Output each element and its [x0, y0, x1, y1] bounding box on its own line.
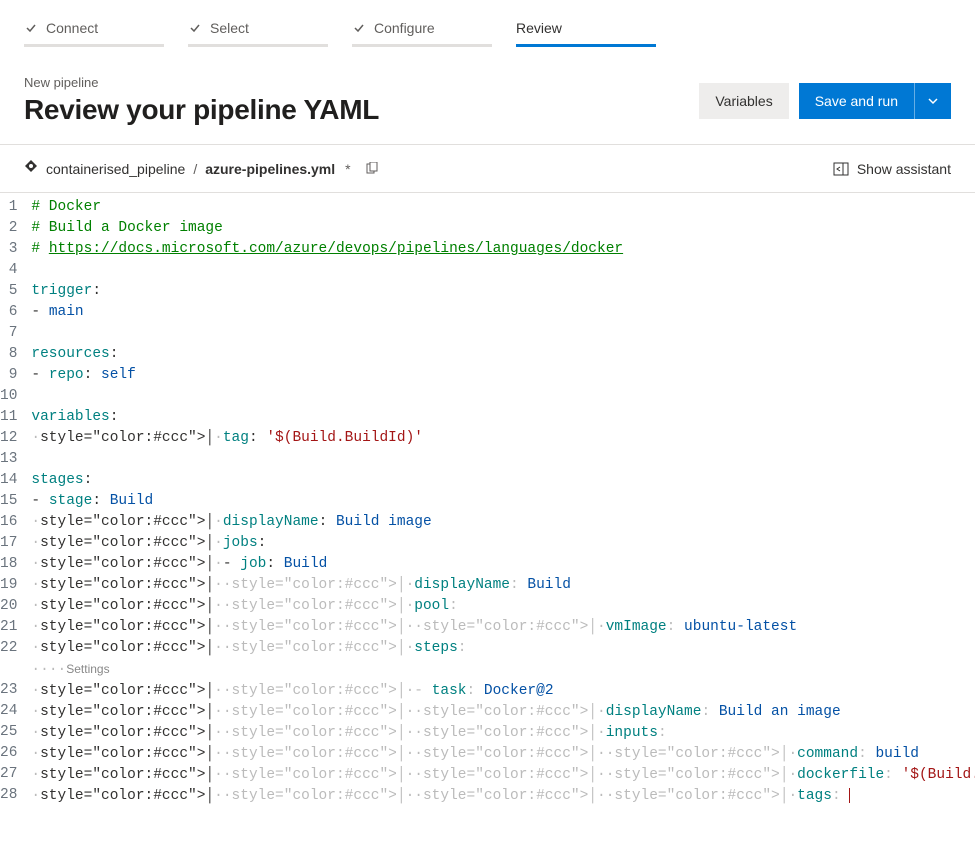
- title-bar: New pipeline Review your pipeline YAML V…: [0, 47, 975, 144]
- code-line[interactable]: - main: [31, 302, 975, 323]
- save-and-run-chevron[interactable]: [915, 83, 951, 119]
- code-line[interactable]: ·style="color:#ccc">│··style="color:#ccc…: [31, 702, 975, 723]
- page-title: Review your pipeline YAML: [24, 94, 379, 126]
- code-line[interactable]: # https://docs.microsoft.com/azure/devop…: [31, 239, 975, 260]
- code-line[interactable]: ·style="color:#ccc">│··style="color:#ccc…: [31, 596, 975, 617]
- wizard-step-review[interactable]: Review: [516, 20, 680, 47]
- wizard-step-bar: [24, 44, 164, 47]
- code-line[interactable]: ·style="color:#ccc">│··style="color:#ccc…: [31, 617, 975, 638]
- code-line[interactable]: ·style="color:#ccc">│··style="color:#ccc…: [31, 723, 975, 744]
- breadcrumb-file[interactable]: azure-pipelines.yml: [205, 161, 335, 177]
- check-icon: [352, 21, 366, 35]
- wizard-step-label: Connect: [46, 20, 98, 36]
- code-line[interactable]: resources:: [31, 344, 975, 365]
- wizard-step-configure[interactable]: Configure: [352, 20, 516, 47]
- code-line[interactable]: - repo: self: [31, 365, 975, 386]
- show-assistant-button[interactable]: Show assistant: [833, 161, 951, 177]
- check-icon: [24, 21, 38, 35]
- code-line[interactable]: ·style="color:#ccc">│··style="color:#ccc…: [31, 575, 975, 596]
- save-and-run-split-button: Save and run: [799, 83, 951, 119]
- code-line[interactable]: ·style="color:#ccc">│··style="color:#ccc…: [31, 744, 975, 765]
- code-line[interactable]: [31, 449, 975, 470]
- wizard-step-select[interactable]: Select: [188, 20, 352, 47]
- code-line[interactable]: ·style="color:#ccc">│·jobs:: [31, 533, 975, 554]
- repo-icon: [24, 159, 38, 178]
- code-line[interactable]: ·style="color:#ccc">│··style="color:#ccc…: [31, 786, 975, 807]
- show-assistant-label: Show assistant: [857, 161, 951, 177]
- chevron-down-icon: [927, 95, 939, 107]
- code-line[interactable]: # Build a Docker image: [31, 218, 975, 239]
- code-line[interactable]: ·style="color:#ccc">│·tag: '$(Build.Buil…: [31, 428, 975, 449]
- code-line[interactable]: [31, 386, 975, 407]
- code-line[interactable]: # Docker: [31, 197, 975, 218]
- code-line[interactable]: stages:: [31, 470, 975, 491]
- panel-expand-icon: [833, 161, 849, 177]
- wizard-steps: Connect Select Configure Review: [0, 0, 975, 47]
- code-line[interactable]: - stage: Build: [31, 491, 975, 512]
- code-line[interactable]: ·style="color:#ccc">│··style="color:#ccc…: [31, 765, 975, 786]
- codelens-settings[interactable]: ····Settings: [31, 659, 975, 681]
- code-line[interactable]: [31, 260, 975, 281]
- wizard-step-label: Select: [210, 20, 249, 36]
- editor-gutter: 12345678910111213141516171819202122 2324…: [0, 197, 31, 807]
- code-line[interactable]: variables:: [31, 407, 975, 428]
- wizard-step-bar: [516, 44, 656, 47]
- breadcrumb-sep: /: [193, 161, 197, 177]
- wizard-step-bar: [188, 44, 328, 47]
- breadcrumb-repo[interactable]: containerised_pipeline: [46, 161, 185, 177]
- copy-path-icon[interactable]: [365, 162, 379, 176]
- code-line[interactable]: ·style="color:#ccc">│·displayName: Build…: [31, 512, 975, 533]
- wizard-step-label: Configure: [374, 20, 435, 36]
- code-line[interactable]: [31, 323, 975, 344]
- wizard-step-bar: [352, 44, 492, 47]
- yaml-editor[interactable]: 12345678910111213141516171819202122 2324…: [0, 192, 975, 807]
- variables-button[interactable]: Variables: [699, 83, 788, 119]
- editor-code[interactable]: # Docker# Build a Docker image# https://…: [31, 197, 975, 807]
- page-subtitle: New pipeline: [24, 75, 379, 90]
- wizard-step-connect[interactable]: Connect: [24, 20, 188, 47]
- breadcrumb-modified-indicator: *: [345, 161, 350, 177]
- code-line[interactable]: ·style="color:#ccc">│··style="color:#ccc…: [31, 638, 975, 659]
- check-icon: [188, 21, 202, 35]
- code-line[interactable]: trigger:: [31, 281, 975, 302]
- wizard-step-label: Review: [516, 20, 562, 36]
- file-path-bar: containerised_pipeline / azure-pipelines…: [0, 145, 975, 192]
- code-line[interactable]: ·style="color:#ccc">│·- job: Build: [31, 554, 975, 575]
- code-line[interactable]: ·style="color:#ccc">│··style="color:#ccc…: [31, 681, 975, 702]
- save-and-run-button[interactable]: Save and run: [799, 83, 915, 119]
